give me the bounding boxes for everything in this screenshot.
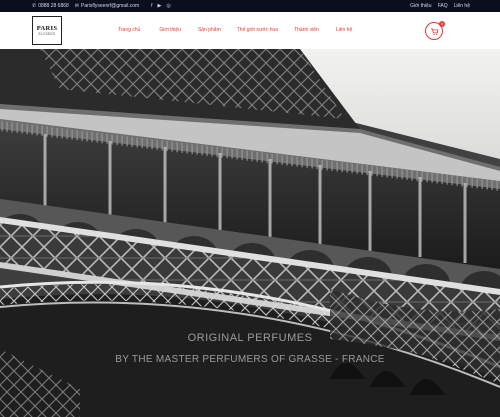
logo-line-1: PARIS (36, 25, 58, 32)
social-links: f ▶ ◎ (151, 3, 171, 9)
top-bar: ✆ 0888 28 6868 ✉ Parisflyseenrf@gmail.co… (0, 0, 500, 12)
hero-banner: ORIGINAL PERFUMES BY THE MASTER PERFUMER… (0, 49, 500, 417)
contact-info: ✆ 0888 28 6868 ✉ Parisflyseenrf@gmail.co… (32, 3, 171, 9)
email-contact[interactable]: ✉ Parisflyseenrf@gmail.com (75, 3, 139, 9)
phone-number: 0888 28 6868 (38, 3, 69, 9)
phone-contact[interactable]: ✆ 0888 28 6868 (32, 3, 69, 9)
email-address: Parisflyseenrf@gmail.com (81, 3, 140, 9)
instagram-icon[interactable]: ◎ (166, 3, 170, 9)
mail-icon: ✉ (74, 2, 79, 9)
cart-count-badge: 0 (439, 21, 445, 27)
phone-icon: ✆ (32, 2, 37, 9)
hero-subheadline: BY THE MASTER PERFUMERS OF GRASSE - FRAN… (115, 354, 385, 365)
nav-item-home[interactable]: Trang chủ (118, 27, 140, 33)
main-header: PARIS ELYSEES Trang chủ Giới thiệu Sản p… (0, 12, 500, 49)
main-menu: Trang chủ Giới thiệu Sản phẩm Thế giới n… (118, 27, 352, 33)
brand-logo[interactable]: PARIS ELYSEES (32, 16, 62, 45)
nav-item-members[interactable]: Thành viên (294, 27, 319, 33)
top-link-contact[interactable]: Liên hệ (454, 3, 470, 9)
top-links: Giới thiệu FAQ Liên hệ (410, 3, 470, 9)
youtube-icon[interactable]: ▶ (158, 3, 162, 9)
nav-item-contact[interactable]: Liên hệ (336, 27, 352, 33)
top-link-about[interactable]: Giới thiệu (410, 3, 432, 9)
cart-icon (430, 27, 439, 35)
logo-line-2: ELYSEES (38, 32, 56, 36)
nav-item-products[interactable]: Sản phẩm (198, 27, 221, 33)
hero-headline: ORIGINAL PERFUMES (187, 332, 313, 344)
nav-item-about[interactable]: Giới thiệu (159, 27, 181, 33)
top-link-faq[interactable]: FAQ (438, 3, 448, 9)
facebook-icon[interactable]: f (151, 3, 152, 9)
nav-item-perfume-world[interactable]: Thế giới nước hoa (237, 27, 278, 33)
